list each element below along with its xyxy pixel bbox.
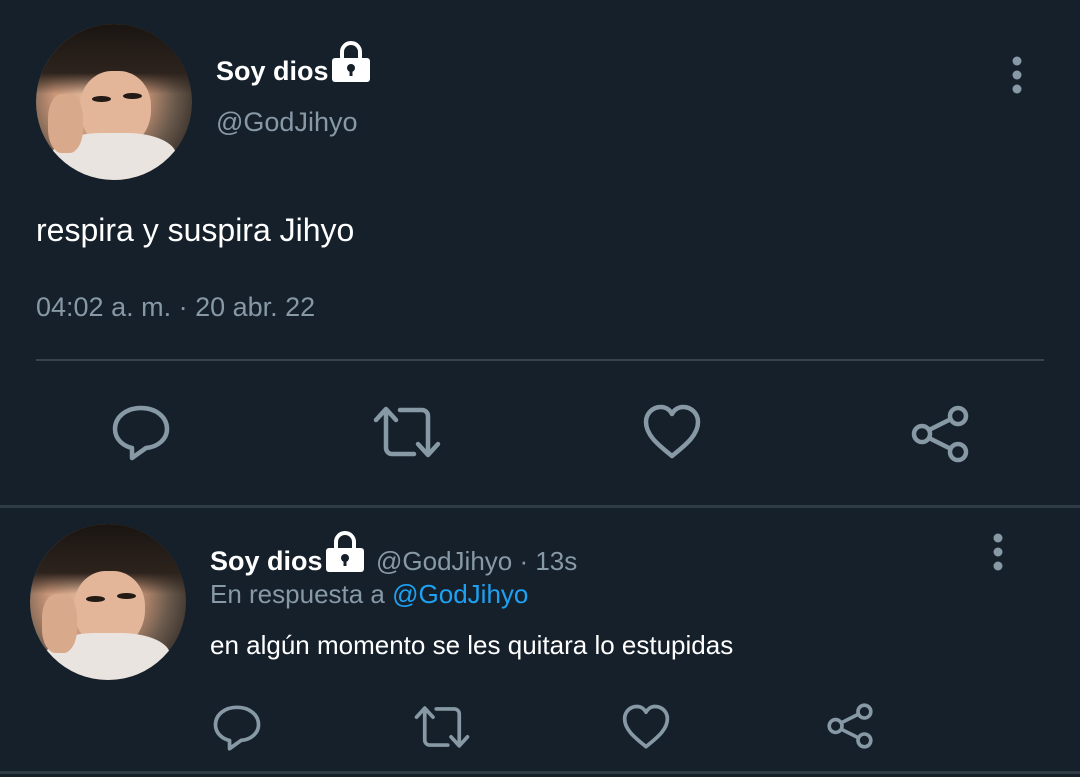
display-name[interactable]: Soy dios	[216, 56, 329, 87]
reply-icon[interactable]	[112, 404, 170, 462]
avatar-hand	[48, 94, 83, 154]
avatar-eye	[117, 592, 137, 599]
avatar-hand	[42, 594, 77, 654]
avatar[interactable]	[36, 24, 192, 180]
lock-icon	[324, 530, 366, 574]
timestamp[interactable]: 04:02 a. m. · 20 abr. 22	[36, 292, 315, 323]
more-vertical-icon[interactable]	[985, 533, 1011, 573]
handle[interactable]: @GodJihyo	[216, 107, 357, 138]
avatar-eye	[92, 95, 111, 102]
reply-text: en algún momento se les quitara lo estup…	[210, 630, 734, 660]
share-icon[interactable]	[910, 404, 970, 464]
lock-icon	[330, 40, 372, 84]
retweet-icon[interactable]	[413, 704, 471, 750]
tweet-text: respira y suspira Jihyo	[36, 212, 355, 248]
reply-context: En respuesta a @GodJihyo	[210, 579, 528, 610]
avatar-eye	[123, 92, 143, 99]
like-icon[interactable]	[642, 404, 702, 460]
avatar-eye	[86, 595, 105, 602]
reply-icon[interactable]	[213, 704, 261, 752]
retweet-icon[interactable]	[372, 404, 442, 460]
reply-avatar[interactable]	[30, 524, 186, 680]
reply-handle-time[interactable]: @GodJihyo · 13s	[376, 546, 577, 577]
bottom-divider	[0, 771, 1080, 774]
section-divider	[0, 505, 1080, 508]
like-icon[interactable]	[621, 704, 671, 750]
reply-display-name[interactable]: Soy dios	[210, 546, 323, 577]
reply-prefix: En respuesta a	[210, 579, 385, 609]
share-icon[interactable]	[826, 702, 874, 750]
divider	[36, 359, 1044, 361]
reply-to-link[interactable]: @GodJihyo	[392, 579, 528, 609]
more-vertical-icon[interactable]	[1004, 56, 1030, 96]
